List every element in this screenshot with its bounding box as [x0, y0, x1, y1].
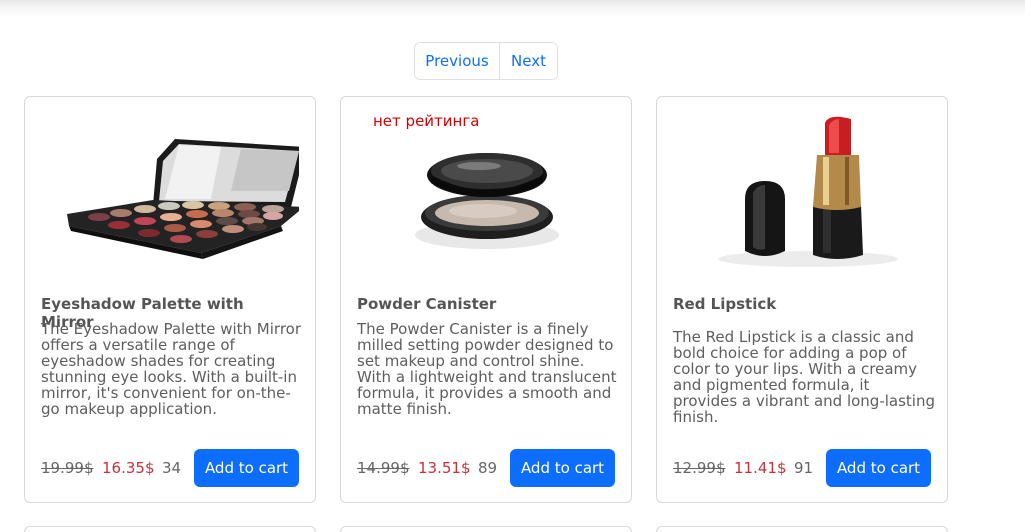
previous-page-button[interactable]: Previous — [415, 43, 500, 79]
product-card-partial — [24, 526, 316, 532]
old-price: 14.99$ — [357, 459, 410, 477]
product-description: The Eyeshadow Palette with Mirror offers… — [41, 320, 302, 418]
top-shadow-bar — [0, 0, 1025, 18]
pagination: Previous Next — [414, 42, 558, 80]
stock-count: 91 — [794, 459, 814, 477]
eyeshadow-palette-image — [41, 113, 306, 283]
product-title: Red Lipstick — [673, 295, 777, 313]
stock-count: 89 — [478, 459, 498, 477]
product-title: Powder Canister — [357, 295, 497, 313]
add-to-cart-button[interactable]: Add to cart — [826, 449, 931, 487]
powder-compact-image — [357, 113, 615, 283]
stock-count: 34 — [162, 459, 182, 477]
product-card-partial — [340, 526, 632, 532]
old-price: 19.99$ — [41, 459, 94, 477]
lipstick-image — [673, 113, 931, 283]
product-card: Eyeshadow Palette with Mirror The Eyesha… — [24, 96, 316, 503]
product-card: Red Lipstick The Red Lipstick is a class… — [656, 96, 948, 503]
old-price: 12.99$ — [673, 459, 726, 477]
product-description: The Red Lipstick is a classic and bold c… — [673, 328, 935, 426]
product-footer: 19.99$ 16.35$ 34 Add to cart — [41, 449, 303, 487]
product-footer: 12.99$ 11.41$ 91 Add to cart — [673, 449, 935, 487]
product-card: нет рейтинга Powder Canister The Powder … — [340, 96, 632, 503]
product-description: The Powder Canister is a finely milled s… — [357, 320, 617, 418]
sale-price: 13.51$ — [418, 459, 471, 477]
sale-price: 11.41$ — [734, 459, 787, 477]
product-footer: 14.99$ 13.51$ 89 Add to cart — [357, 449, 619, 487]
sale-price: 16.35$ — [102, 459, 155, 477]
add-to-cart-button[interactable]: Add to cart — [510, 449, 615, 487]
next-page-button[interactable]: Next — [500, 43, 557, 79]
add-to-cart-button[interactable]: Add to cart — [194, 449, 299, 487]
product-card-partial — [656, 526, 948, 532]
